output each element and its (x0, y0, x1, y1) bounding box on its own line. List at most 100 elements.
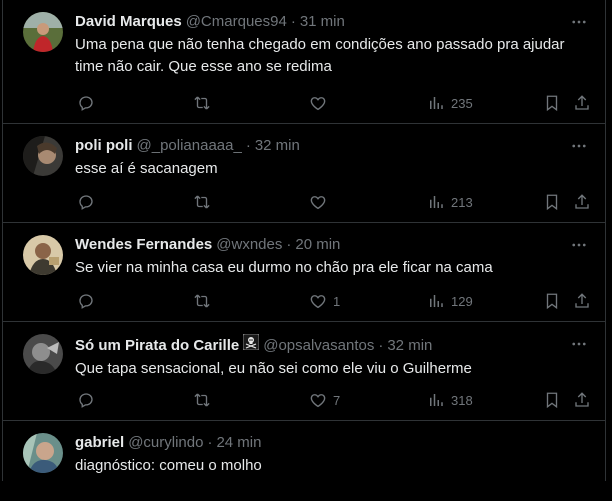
tweet[interactable]: gabriel @curylindo · 24 min diagnóstico:… (3, 421, 605, 501)
author-handle[interactable]: @curylindo (128, 433, 203, 453)
timestamp[interactable]: 32 min (387, 336, 432, 356)
tweet[interactable]: David Marques @Cmarques94 · 31 min Uma p… (3, 0, 605, 124)
tweet-text: Que tapa sensacional, eu não sei como el… (75, 360, 472, 377)
avatar[interactable] (23, 433, 63, 473)
timestamp[interactable]: 20 min (295, 235, 340, 255)
separator-dot: · (245, 137, 251, 154)
bookmark-icon (546, 95, 558, 112)
tweet[interactable]: Wendes Fernandes @wxndes · 20 min Se vie… (3, 223, 605, 322)
reply-icon (79, 195, 93, 210)
timestamp[interactable]: 31 min (300, 12, 345, 32)
pirate-flag-icon (242, 333, 260, 351)
retweet-button[interactable] (193, 291, 211, 311)
author-name[interactable]: David Marques (75, 12, 182, 32)
author-name[interactable]: Só um Pirata do Carille (75, 336, 239, 356)
more-options-icon[interactable] (569, 235, 589, 255)
author-name[interactable]: gabriel (75, 433, 124, 453)
retweet-button[interactable] (193, 390, 211, 410)
retweet-icon (194, 96, 210, 110)
more-options-icon[interactable] (569, 136, 589, 156)
avatar[interactable] (23, 12, 63, 52)
like-button[interactable]: 1 (309, 291, 340, 311)
bookmark-icon (546, 293, 558, 310)
heart-icon (310, 196, 326, 210)
author-handle[interactable]: @wxndes (216, 235, 282, 255)
views-button[interactable]: 318 (427, 390, 473, 410)
author-handle[interactable]: @_polianaaaa_ (137, 136, 242, 156)
tweet[interactable]: Só um Pirata do Carille @opsalvasantos ·… (3, 322, 605, 421)
share-icon (575, 194, 589, 209)
reply-button[interactable] (77, 192, 95, 212)
bookmark-button[interactable] (543, 291, 561, 311)
tweet-text: diagnóstico: comeu o molho (75, 457, 262, 474)
retweet-icon (194, 294, 210, 308)
share-icon (575, 293, 589, 308)
more-options-icon[interactable] (569, 334, 589, 354)
reply-icon (79, 294, 93, 309)
view-count: 235 (451, 95, 473, 111)
share-icon (575, 392, 589, 407)
tweet-text: esse aí é sacanagem (75, 160, 218, 177)
like-count: 1 (333, 293, 341, 309)
share-icon (575, 95, 589, 110)
views-button[interactable]: 213 (427, 192, 473, 212)
author-handle[interactable]: @opsalvasantos (263, 336, 374, 356)
timestamp[interactable]: 24 min (216, 433, 261, 453)
share-button[interactable] (573, 291, 591, 311)
bookmark-button[interactable] (543, 93, 561, 113)
views-icon (430, 196, 443, 208)
retweet-icon (194, 393, 210, 407)
views-icon (430, 295, 443, 307)
author-name[interactable]: Wendes Fernandes (75, 235, 212, 255)
bookmark-icon (546, 194, 558, 211)
share-button[interactable] (573, 93, 591, 113)
like-button[interactable]: 7 (309, 390, 340, 410)
replies-timeline: David Marques @Cmarques94 · 31 min Uma p… (2, 0, 606, 481)
separator-dot: · (286, 236, 292, 253)
separator-dot: · (290, 13, 296, 30)
share-button[interactable] (573, 390, 591, 410)
views-button[interactable]: 129 (427, 291, 473, 311)
bookmark-button[interactable] (543, 390, 561, 410)
avatar[interactable] (23, 235, 63, 275)
tweet-header: poli poli @_polianaaaa_ · 32 min (75, 136, 589, 156)
view-count: 318 (451, 392, 473, 408)
timestamp[interactable]: 32 min (255, 136, 300, 156)
like-count: 7 (333, 392, 341, 408)
reply-icon (79, 96, 93, 111)
views-icon (430, 97, 443, 109)
separator-dot: · (378, 337, 384, 354)
tweet-header: David Marques @Cmarques94 · 31 min (75, 12, 589, 32)
bookmark-button[interactable] (543, 192, 561, 212)
retweet-icon (194, 195, 210, 209)
tweet-text: Uma pena que não tenha chegado em condiç… (75, 36, 565, 75)
like-button[interactable] (309, 192, 333, 212)
action-bar: 213 (77, 192, 589, 212)
avatar[interactable] (23, 334, 63, 374)
author-name[interactable]: poli poli (75, 136, 133, 156)
author-handle[interactable]: @Cmarques94 (186, 12, 287, 32)
reply-button[interactable] (77, 93, 95, 113)
like-button[interactable] (309, 93, 333, 113)
share-button[interactable] (573, 192, 591, 212)
tweet-header: Wendes Fernandes @wxndes · 20 min (75, 235, 589, 255)
separator-dot: · (207, 434, 213, 451)
bookmark-icon (546, 392, 558, 409)
retweet-button[interactable] (193, 93, 211, 113)
action-bar: 1 129 (77, 291, 589, 311)
views-icon (430, 394, 443, 406)
avatar[interactable] (23, 136, 63, 176)
tweet[interactable]: poli poli @_polianaaaa_ · 32 min esse aí… (3, 124, 605, 223)
heart-icon (310, 97, 326, 111)
action-bar: 235 (77, 93, 589, 113)
action-bar: 7 318 (77, 390, 589, 410)
reply-button[interactable] (77, 390, 95, 410)
heart-icon (310, 394, 326, 408)
tweet-header: Só um Pirata do Carille @opsalvasantos ·… (75, 333, 589, 356)
heart-icon (310, 295, 326, 309)
retweet-button[interactable] (193, 192, 211, 212)
views-button[interactable]: 235 (427, 93, 473, 113)
view-count: 129 (451, 293, 473, 309)
more-options-icon[interactable] (569, 12, 589, 32)
reply-button[interactable] (77, 291, 95, 311)
